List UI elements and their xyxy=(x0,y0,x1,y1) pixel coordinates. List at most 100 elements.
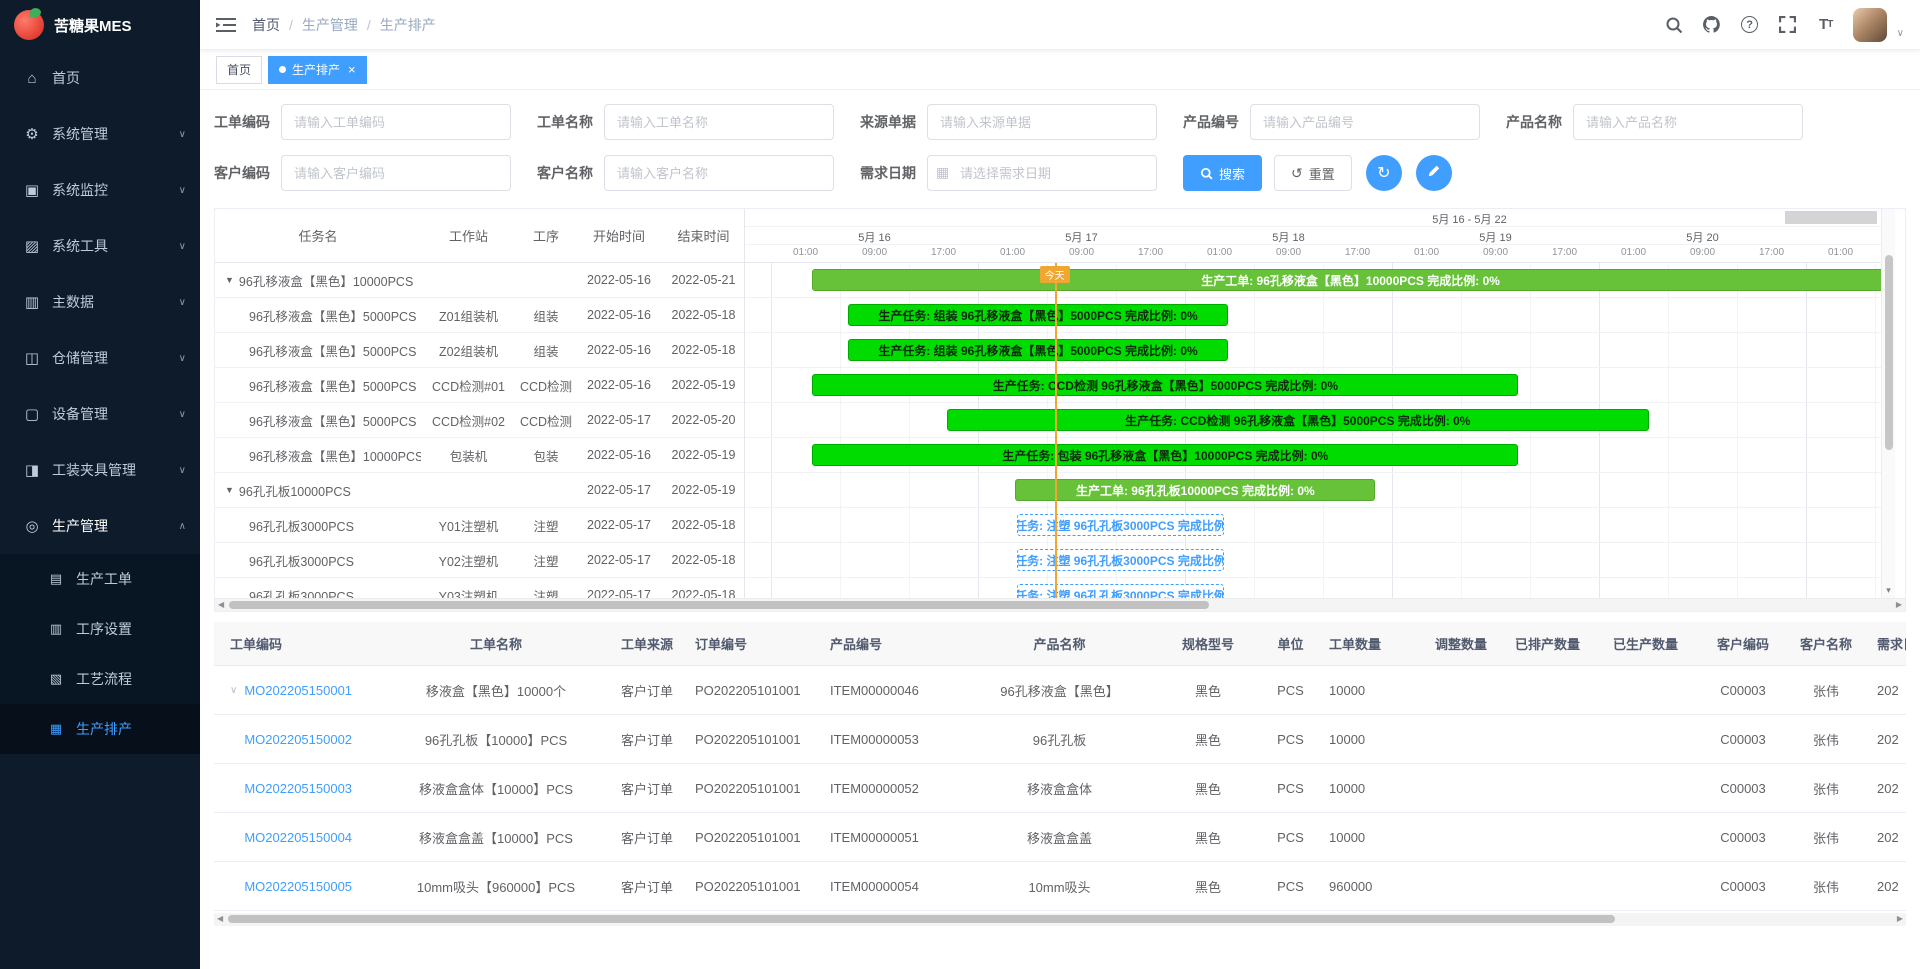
sidebar-subitem[interactable]: ▦生产排产 xyxy=(0,704,200,754)
gantt-bar-parent[interactable]: 生产工单: 96孔孔板10000PCS 完成比例: 0% xyxy=(1015,479,1375,501)
pencil-icon xyxy=(1427,164,1441,183)
breadcrumb-item[interactable]: 首页 xyxy=(252,15,280,35)
order-code-link[interactable]: MO202205150002 xyxy=(244,732,352,747)
task-name: 96孔孔板3000PCS xyxy=(249,586,354,599)
sidebar-subitem[interactable]: ▥工序设置 xyxy=(0,604,200,654)
gantt-vertical-scrollbar[interactable]: ▾ xyxy=(1881,209,1895,598)
github-icon[interactable] xyxy=(1701,14,1723,36)
order-cell-source: 客户订单 xyxy=(607,779,687,798)
logo[interactable]: 苦糖果MES xyxy=(0,0,200,50)
sidebar-item[interactable]: ▥主数据∨ xyxy=(0,274,200,330)
edit-button[interactable] xyxy=(1416,155,1452,191)
search-button[interactable]: 搜索 xyxy=(1183,155,1262,191)
sidebar-item[interactable]: ▣系统监控∨ xyxy=(0,162,200,218)
gantt-task-row[interactable]: 96孔移液盒【黑色】10000PCS包装机包装2022-05-162022-05… xyxy=(215,438,744,473)
scroll-down-arrow[interactable]: ▾ xyxy=(1882,585,1895,596)
task-station: Y03注塑机 xyxy=(421,586,516,599)
reset-button[interactable]: ↺ 重置 xyxy=(1274,155,1352,191)
order-cell-product_name: 移液盒盒盖 xyxy=(963,828,1156,847)
order-row[interactable]: ∨MO20220515000296孔孔板【10000】PCS客户订单PO2022… xyxy=(214,715,1906,764)
scrollbar-thumb[interactable] xyxy=(228,915,1615,923)
gantt-bar-task[interactable]: 生产任务: CCD检测 96孔移液盒【黑色】5000PCS 完成比例: 0% xyxy=(947,409,1649,431)
tab-item[interactable]: 首页 xyxy=(216,56,262,84)
sidebar-item[interactable]: ◨工装夹具管理∨ xyxy=(0,442,200,498)
sidebar-item[interactable]: ◎生产管理∧ xyxy=(0,498,200,554)
gantt-task-row[interactable]: ▼96孔孔板10000PCS2022-05-172022-05-19 xyxy=(215,473,744,508)
order-code-link[interactable]: MO202205150001 xyxy=(244,683,352,698)
orders-horizontal-scrollbar[interactable]: ◀ ▶ xyxy=(214,913,1906,926)
gantt-task-row[interactable]: 96孔孔板3000PCSY02注塑机注塑2022-05-172022-05-18 xyxy=(215,543,744,578)
timeline-hour-label: 01:00 xyxy=(978,247,1047,258)
gantt-bar-selected[interactable]: 生产任务: 注塑 96孔孔板3000PCS 完成比例: 0% xyxy=(1017,584,1224,598)
text-input[interactable] xyxy=(281,104,511,140)
order-row[interactable]: ∨MO202205150001移液盒【黑色】10000个客户订单PO202205… xyxy=(214,666,1906,715)
caret-down-icon[interactable]: ▼ xyxy=(225,485,234,495)
timeline-header-scroll-thumb[interactable] xyxy=(1785,211,1877,224)
gantt-bar-task[interactable]: 生产任务: 组装 96孔移液盒【黑色】5000PCS 完成比例: 0% xyxy=(848,339,1229,361)
sidebar-item[interactable]: ▨系统工具∨ xyxy=(0,218,200,274)
gantt-bar-parent[interactable]: 生产工单: 96孔移液盒【黑色】10000PCS 完成比例: 0% xyxy=(812,269,1881,291)
gantt-bar-task[interactable]: 生产任务: 包装 96孔移液盒【黑色】10000PCS 完成比例: 0% xyxy=(812,444,1518,466)
sidebar-subitem[interactable]: ▧工艺流程 xyxy=(0,654,200,704)
text-input[interactable] xyxy=(1573,104,1803,140)
search-icon[interactable] xyxy=(1663,14,1685,36)
gantt-horizontal-scrollbar[interactable]: ◀ ▶ xyxy=(215,598,1905,611)
timeline-hour-label: 17:00 xyxy=(1116,247,1185,258)
task-name-cell: 96孔移液盒【黑色】5000PCS xyxy=(215,376,421,395)
text-input[interactable] xyxy=(1250,104,1480,140)
scrollbar-thumb[interactable] xyxy=(1885,255,1893,450)
scroll-left-arrow[interactable]: ◀ xyxy=(217,914,223,923)
orders-column-header: 工单数量 xyxy=(1321,634,1427,653)
filter-input-wrap xyxy=(927,104,1157,140)
chevron-down-icon[interactable]: ∨ xyxy=(1897,28,1904,42)
scroll-left-arrow[interactable]: ◀ xyxy=(218,600,224,609)
date-input[interactable] xyxy=(927,155,1157,191)
text-input[interactable] xyxy=(927,104,1157,140)
gantt-task-row[interactable]: 96孔移液盒【黑色】5000PCSCCD检测#02CCD检测2022-05-17… xyxy=(215,403,744,438)
breadcrumb-item[interactable]: 生产管理 xyxy=(302,15,358,35)
order-row[interactable]: ∨MO202205150004移液盒盒盖【10000】PCS客户订单PO2022… xyxy=(214,813,1906,862)
gantt-task-row[interactable]: 96孔移液盒【黑色】5000PCSZ01组装机组装2022-05-162022-… xyxy=(215,298,744,333)
sidebar-item[interactable]: ◫仓储管理∨ xyxy=(0,330,200,386)
sidebar-item[interactable]: ▢设备管理∨ xyxy=(0,386,200,442)
gantt-bar-task[interactable]: 生产任务: CCD检测 96孔移液盒【黑色】5000PCS 完成比例: 0% xyxy=(812,374,1518,396)
task-name: 96孔移液盒【黑色】5000PCS xyxy=(249,341,416,360)
gantt-task-row[interactable]: 96孔孔板3000PCSY01注塑机注塑2022-05-172022-05-18 xyxy=(215,508,744,543)
gantt-task-row[interactable]: 96孔移液盒【黑色】5000PCSZ02组装机组装2022-05-162022-… xyxy=(215,333,744,368)
order-code-link[interactable]: MO202205150004 xyxy=(244,830,352,845)
order-row[interactable]: ∨MO20220515000510mm吸头【960000】PCS客户订单PO20… xyxy=(214,862,1906,911)
task-station: CCD检测#02 xyxy=(421,411,516,430)
text-input[interactable] xyxy=(281,155,511,191)
sidebar-subitem[interactable]: ▤生产工单 xyxy=(0,554,200,604)
gantt-task-row[interactable]: ▼96孔移液盒【黑色】10000PCS2022-05-162022-05-21 xyxy=(215,263,744,298)
hamburger-icon[interactable] xyxy=(216,17,236,33)
order-code-link[interactable]: MO202205150003 xyxy=(244,781,352,796)
scrollbar-thumb[interactable] xyxy=(229,601,1209,609)
gantt-bar-task[interactable]: 生产任务: 组装 96孔移液盒【黑色】5000PCS 完成比例: 0% xyxy=(848,304,1229,326)
text-input[interactable] xyxy=(604,155,834,191)
caret-down-icon[interactable]: ▼ xyxy=(225,275,234,285)
fullscreen-icon[interactable] xyxy=(1777,14,1799,36)
help-icon[interactable]: ? xyxy=(1739,14,1761,36)
sidebar-item[interactable]: ⚙系统管理∨ xyxy=(0,106,200,162)
order-code-link[interactable]: MO202205150005 xyxy=(244,879,352,894)
gantt-bar-selected[interactable]: 生产任务: 注塑 96孔孔板3000PCS 完成比例: 0% xyxy=(1017,549,1224,571)
close-icon[interactable]: × xyxy=(348,62,356,77)
gantt-task-row[interactable]: 96孔孔板3000PCSY03注塑机注塑2022-05-172022-05-18 xyxy=(215,578,744,598)
task-name-cell: 96孔孔板3000PCS xyxy=(215,516,421,535)
row-expand-caret[interactable]: ∨ xyxy=(230,685,237,696)
font-size-icon[interactable]: TT xyxy=(1815,14,1837,36)
scroll-right-arrow[interactable]: ▶ xyxy=(1897,914,1903,923)
task-station: 包装机 xyxy=(421,446,516,465)
scroll-right-arrow[interactable]: ▶ xyxy=(1896,600,1902,609)
reschedule-button[interactable]: ↻ xyxy=(1366,155,1402,191)
sidebar-item[interactable]: ⌂首页 xyxy=(0,50,200,106)
text-input[interactable] xyxy=(604,104,834,140)
question-mark: ? xyxy=(1741,16,1758,33)
order-row[interactable]: ∨MO202205150003移液盒盒体【10000】PCS客户订单PO2022… xyxy=(214,764,1906,813)
gantt-bar-row: 生产任务: 组装 96孔移液盒【黑色】5000PCS 完成比例: 0% xyxy=(745,333,1881,368)
tab-active[interactable]: 生产排产× xyxy=(268,56,367,84)
avatar[interactable] xyxy=(1853,8,1887,42)
gantt-task-row[interactable]: 96孔移液盒【黑色】5000PCSCCD检测#01CCD检测2022-05-16… xyxy=(215,368,744,403)
gantt-bar-selected[interactable]: 生产任务: 注塑 96孔孔板3000PCS 完成比例: 0% xyxy=(1017,514,1224,536)
